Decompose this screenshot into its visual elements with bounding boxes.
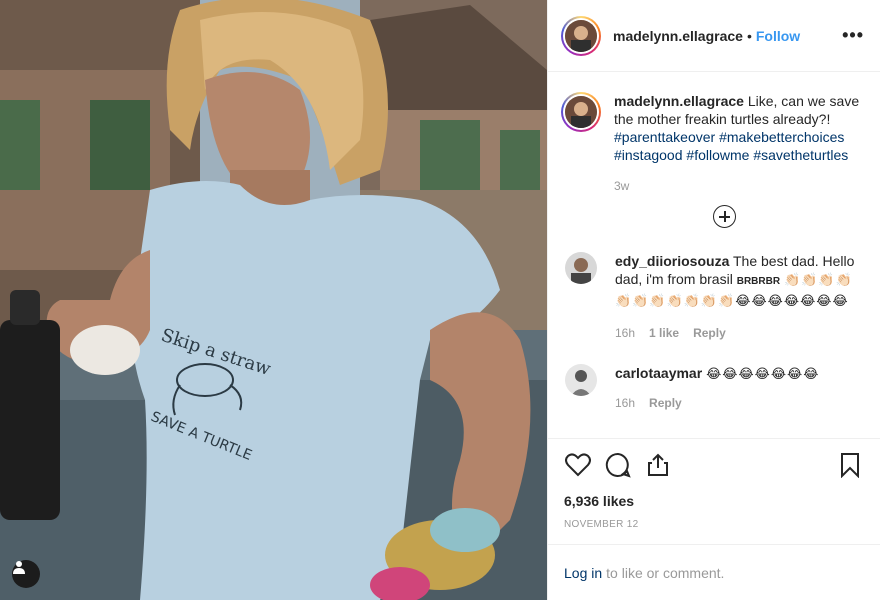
share-icon[interactable] [644,451,672,479]
follow-button[interactable]: Follow [756,28,800,44]
comment-emoji: 😂😂😂😂😂😂😂 [706,366,820,381]
comment-bubble-icon[interactable] [604,451,632,479]
comment-avatar[interactable] [565,364,597,396]
comment-item: carlotaaymar 😂😂😂😂😂😂😂 16h Reply [561,364,864,412]
caption: madelynn.ellagrace Like, can we save the… [561,92,864,195]
load-more-comments[interactable] [585,205,864,228]
comment-username[interactable]: edy_diioriosouza [615,253,729,269]
hashtag[interactable]: #savetheturtles [753,147,848,163]
post-header: madelynn.ellagrace • Follow ••• [548,0,880,72]
post-side-panel: madelynn.ellagrace • Follow ••• madelynn… [547,0,880,600]
login-bar: Log in to like or comment. [548,544,880,600]
reply-button[interactable]: Reply [693,324,726,342]
heart-icon[interactable] [564,451,592,479]
more-options-icon[interactable]: ••• [842,25,864,46]
comment-time[interactable]: 16h [615,394,635,412]
post-date[interactable]: NOVEMBER 12 [564,519,864,530]
comment-item: edy_diioriosouza The best dad. Hello dad… [561,252,864,342]
plus-circle-icon[interactable] [713,205,736,228]
header-separator: • [746,27,752,44]
comment-suffix: BRBRBR [736,276,781,287]
reply-button[interactable]: Reply [649,394,682,412]
hashtag[interactable]: #instagood [614,147,683,163]
comment-username[interactable]: carlotaaymar [615,365,702,381]
comments-list: madelynn.ellagrace Like, can we save the… [548,72,880,438]
post-container: Skip a straw SAVE A TURTLE madelynn.ella… [0,0,880,600]
hashtag[interactable]: #makebetterchoices [719,129,844,145]
user-tag-icon[interactable] [12,560,40,588]
bookmark-icon[interactable] [836,451,864,479]
login-link[interactable]: Log in [564,565,602,581]
comment-time[interactable]: 16h [615,324,635,342]
comment-avatar[interactable] [565,252,597,284]
avatar[interactable] [561,15,601,56]
hashtag[interactable]: #followme [686,147,749,163]
caption-time[interactable]: 3w [614,177,629,195]
action-bar: 6,936 likes NOVEMBER 12 [548,438,880,530]
caption-avatar[interactable] [561,92,601,132]
comment-likes[interactable]: 1 like [649,324,679,342]
photo-illustration: Skip a straw SAVE A TURTLE [0,0,547,600]
header-username[interactable]: madelynn.ellagrace [613,28,743,44]
caption-username[interactable]: madelynn.ellagrace [614,93,744,109]
hashtag[interactable]: #parenttakeover [614,129,715,145]
post-photo[interactable]: Skip a straw SAVE A TURTLE [0,0,547,600]
likes-count[interactable]: 6,936 likes [564,493,864,509]
login-prompt: to like or comment. [606,564,725,581]
